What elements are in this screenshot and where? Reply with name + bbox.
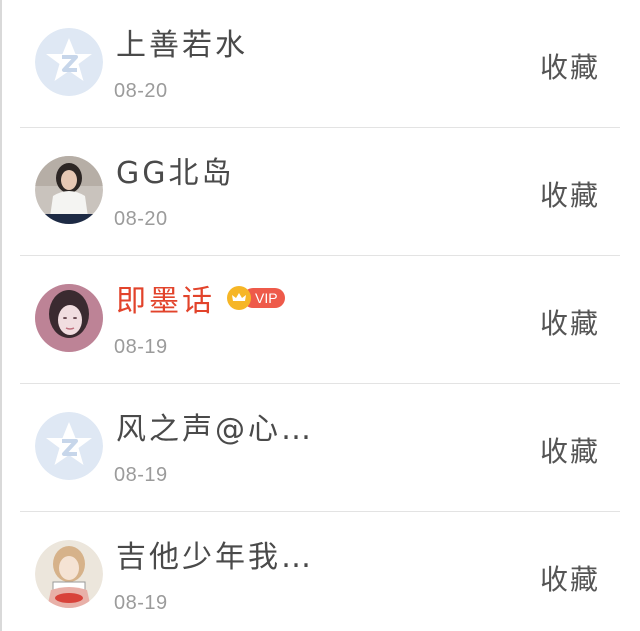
favorite-button[interactable]: 收藏 [540,430,600,470]
vip-badge: VIP [227,286,285,310]
default-avatar-icon[interactable] [35,28,103,96]
favorite-button[interactable]: 收藏 [540,46,600,86]
list-item[interactable]: 上善若水 08-20 收藏 [0,0,640,128]
user-name: 风之声@心… [116,412,314,447]
favorite-button[interactable]: 收藏 [540,558,600,598]
list-item[interactable]: 风之声@心… 08-19 收藏 [0,384,640,512]
name-line: 上善若水 [116,22,248,63]
list-item[interactable]: 即墨话 VIP 08-19 收藏 [0,256,640,384]
date-label: 08-19 [114,336,168,358]
favorite-button[interactable]: 收藏 [540,302,600,342]
user-name: 吉他少年我… [116,540,314,575]
default-avatar-icon[interactable] [35,412,103,480]
name-line: GG北岛 [116,150,235,191]
name-line: 风之声@心… [116,406,314,447]
user-name: GG北岛 [116,156,235,191]
user-photo-avatar[interactable] [35,284,103,352]
name-line: 吉他少年我… [116,534,314,575]
date-label: 08-19 [114,464,168,486]
user-photo-avatar[interactable] [35,156,103,224]
list-item[interactable]: 吉他少年我… 08-19 收藏 [0,512,640,631]
name-line: 即墨话 VIP [116,278,285,319]
date-label: 08-19 [114,592,168,614]
date-label: 08-20 [114,208,168,230]
list-item[interactable]: GG北岛 08-20 收藏 [0,128,640,256]
favorites-list: 上善若水 08-20 收藏 GG北岛 08-20 收藏 即墨话 VIP 08-1… [0,0,640,631]
date-label: 08-20 [114,80,168,102]
user-name: 即墨话 [116,284,215,319]
user-name: 上善若水 [116,28,248,63]
user-photo-avatar[interactable] [35,540,103,608]
crown-icon [227,286,251,310]
favorite-button[interactable]: 收藏 [540,174,600,214]
